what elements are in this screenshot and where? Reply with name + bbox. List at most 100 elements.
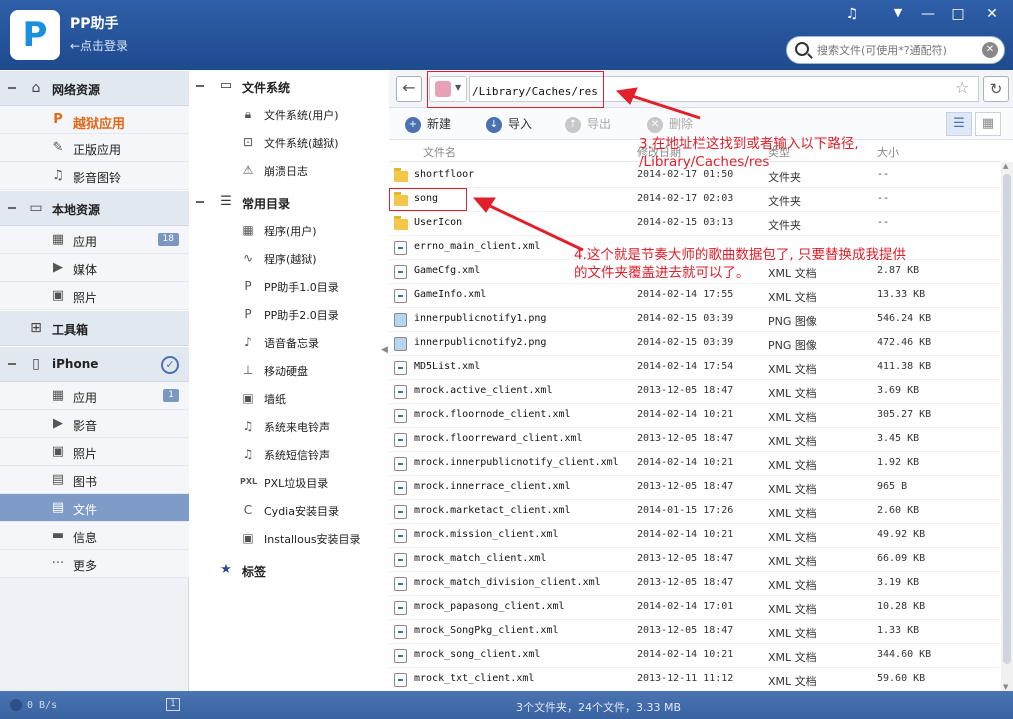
- file-row[interactable]: mrock.innerrace_client.xml 2013-12-05 18:…: [389, 476, 1001, 500]
- tree-section-bookmarks[interactable]: ★ 标签: [190, 558, 386, 582]
- tree-item-ringtones[interactable]: ♫ 系统来电铃声: [190, 414, 386, 438]
- pp-assistant-window: P PP助手 ←点击登录 ♫ ▼ — □ ✕ ✕ ⌂ 网络资源 P 越狱应用 ✎…: [0, 0, 1013, 719]
- sidebar-item-iphone-books[interactable]: ▤ 图书: [0, 466, 189, 494]
- task-count-button[interactable]: 1: [166, 698, 180, 711]
- scroll-up-icon[interactable]: ▲: [1003, 162, 1008, 170]
- file-type: XML 文档: [768, 435, 817, 448]
- tree-item-fs-jailbreak[interactable]: ⊡ 文件系统(越狱): [190, 130, 386, 154]
- close-icon[interactable]: ✕: [981, 6, 1003, 22]
- sidebar-item-iphone-files[interactable]: ▤ 文件: [0, 494, 189, 522]
- tree-item-installous[interactable]: ▣ Installous安装目录: [190, 526, 386, 550]
- search-input[interactable]: [817, 41, 977, 59]
- sidebar-section-toolbox[interactable]: ⊞ 工具箱: [0, 310, 189, 346]
- file-row[interactable]: UserIcon 2014-02-15 03:13 文件夹 --: [389, 212, 1001, 236]
- tree-item-mobile-disk[interactable]: ⊥ 移动硬盘: [190, 358, 386, 382]
- collapse-icon[interactable]: [8, 207, 16, 209]
- tree-item-wallpaper[interactable]: ▣ 墙纸: [190, 386, 386, 410]
- login-link[interactable]: ←点击登录: [70, 37, 128, 54]
- monitor-icon: ▭: [29, 200, 43, 216]
- sidebar-section-network[interactable]: ⌂ 网络资源: [0, 70, 189, 106]
- file-row[interactable]: mrock.floornode_client.xml 2014-02-14 10:…: [389, 404, 1001, 428]
- collapse-icon[interactable]: [8, 363, 16, 365]
- tree-item-voice-memos[interactable]: ♪ 语音备忘录: [190, 330, 386, 354]
- tree-item-apps-user[interactable]: ▦ 程序(用户): [190, 218, 386, 242]
- collapse-icon[interactable]: [196, 85, 204, 87]
- menu-icon[interactable]: ▼: [887, 6, 909, 19]
- search-box[interactable]: ✕: [786, 36, 1005, 64]
- sidebar-item-iphone-photos[interactable]: ▣ 照片: [0, 438, 189, 466]
- sidebar-item-local-media[interactable]: ▶ 媒体: [0, 254, 189, 282]
- tree-item-apps-jailbreak[interactable]: ∿ 程序(越狱): [190, 246, 386, 270]
- file-row[interactable]: mrock_SongPkg_client.xml 2013-12-05 18:47…: [389, 620, 1001, 644]
- sidebar-item-jailbreak-apps[interactable]: P 越狱应用: [0, 106, 189, 134]
- sidebar: ⌂ 网络资源 P 越狱应用 ✎ 正版应用 ♫ 影音图铃 ▭ 本地资源 ▦ 应用 …: [0, 70, 189, 691]
- collapse-icon[interactable]: [8, 87, 16, 89]
- back-button[interactable]: ←: [396, 76, 422, 102]
- file-size: 1.33 KB: [877, 625, 920, 636]
- tree-item-pxl-trash[interactable]: PXL PXL垃圾目录: [190, 470, 386, 494]
- file-row[interactable]: mrock.marketact_client.xml 2014-01-15 17:…: [389, 500, 1001, 524]
- file-row[interactable]: mrock_match_client.xml 2013-12-05 18:47 XM…: [389, 548, 1001, 572]
- file-row[interactable]: mrock.innerpublicnotify_client.xml 2014-0…: [389, 452, 1001, 476]
- minimize-icon[interactable]: —: [917, 6, 939, 22]
- tree-item-sms-tones[interactable]: ♫ 系统短信铃声: [190, 442, 386, 466]
- import-button[interactable]: ↓ 导入: [486, 115, 532, 133]
- clear-search-icon[interactable]: ✕: [982, 42, 998, 58]
- sidebar-section-iphone[interactable]: ▯ iPhone ✓: [0, 346, 189, 382]
- file-name: UserIcon: [414, 217, 463, 228]
- file-row[interactable]: mrock_txt_client.xml 2013-12-11 11:12 XML …: [389, 668, 1001, 691]
- file-row[interactable]: MD5List.xml 2014-02-14 17:54 XML 文档 411.38 …: [389, 356, 1001, 380]
- column-size[interactable]: 大小: [877, 144, 899, 160]
- tree-item-label: 系统来电铃声: [264, 421, 330, 434]
- tree-item-cydia[interactable]: C Cydia安装目录: [190, 498, 386, 522]
- sidebar-item-media-ringtones[interactable]: ♫ 影音图铃: [0, 162, 189, 190]
- pane-splitter-icon[interactable]: ◀: [381, 345, 388, 355]
- collapse-icon[interactable]: [196, 201, 204, 203]
- music-icon[interactable]: ♫: [841, 6, 863, 22]
- tree-item-crash-logs[interactable]: ⚠ 崩溃日志: [190, 158, 386, 182]
- sidebar-item-iphone-media[interactable]: ▶ 影音: [0, 410, 189, 438]
- device-name: iPhone: [52, 357, 99, 371]
- grid-view-button[interactable]: ▦: [975, 112, 1001, 136]
- file-row[interactable]: innerpublicnotify1.png 2014-02-15 03:39 PN…: [389, 308, 1001, 332]
- column-name[interactable]: 文件名: [423, 144, 456, 160]
- file-row[interactable]: song 2014-02-17 02:03 文件夹 --: [389, 188, 1001, 212]
- monitor-icon: ▭: [219, 78, 233, 93]
- sidebar-item-label: 影音: [73, 419, 98, 433]
- sidebar-item-genuine-apps[interactable]: ✎ 正版应用: [0, 134, 189, 162]
- file-row[interactable]: mrock.floorreward_client.xml 2013-12-05 1…: [389, 428, 1001, 452]
- file-row[interactable]: GameInfo.xml 2014-02-14 17:55 XML 文档 13.33 …: [389, 284, 1001, 308]
- scroll-down-icon[interactable]: ▼: [1003, 683, 1008, 691]
- file-row[interactable]: mrock_song_client.xml 2014-02-14 10:21 XML…: [389, 644, 1001, 668]
- file-row[interactable]: mrock_match_division_client.xml 2013-12-0…: [389, 572, 1001, 596]
- export-button[interactable]: ↑ 导出: [565, 115, 611, 133]
- scrollbar[interactable]: ▲ ▼: [1001, 162, 1013, 691]
- file-row[interactable]: innerpublicnotify2.png 2014-02-15 03:39 PN…: [389, 332, 1001, 356]
- xml-file-icon: [394, 625, 407, 639]
- file-row[interactable]: mrock.active_client.xml 2013-12-05 18:47 X…: [389, 380, 1001, 404]
- sidebar-item-iphone-more[interactable]: ··· 更多: [0, 550, 189, 578]
- new-button[interactable]: + 新建: [405, 115, 451, 133]
- xml-file-icon: [394, 553, 407, 567]
- sidebar-item-local-photos[interactable]: ▣ 照片: [0, 282, 189, 310]
- file-row[interactable]: mrock_papasong_client.xml 2014-02-14 17:0…: [389, 596, 1001, 620]
- sidebar-item-local-apps[interactable]: ▦ 应用 18: [0, 226, 189, 254]
- sidebar-item-iphone-apps[interactable]: ▦ 应用 1: [0, 382, 189, 410]
- tree-item-pp2[interactable]: P PP助手2.0目录: [190, 302, 386, 326]
- tree-section-common[interactable]: ☰ 常用目录: [190, 190, 386, 214]
- maximize-icon[interactable]: □: [947, 6, 969, 22]
- sidebar-section-local[interactable]: ▭ 本地资源: [0, 190, 189, 226]
- tree-item-fs-user[interactable]: 🔒︎ 文件系统(用户): [190, 102, 386, 126]
- unlock-icon: ⊡: [242, 135, 254, 149]
- bookmark-star-icon[interactable]: ☆: [955, 78, 969, 97]
- file-date: 2013-12-05 18:47: [637, 577, 734, 588]
- delete-button[interactable]: ✕ 删除: [647, 115, 693, 133]
- tree-item-pp1[interactable]: P PP助手1.0目录: [190, 274, 386, 298]
- file-size: 411.38 KB: [877, 361, 932, 372]
- file-row[interactable]: mrock.mission_client.xml 2014-02-14 10:21…: [389, 524, 1001, 548]
- list-view-button[interactable]: ☰: [946, 112, 972, 136]
- scrollbar-thumb[interactable]: [1003, 174, 1011, 664]
- refresh-button[interactable]: ↻: [983, 76, 1009, 102]
- sidebar-item-iphone-messages[interactable]: ▬ 信息: [0, 522, 189, 550]
- tree-section-filesystem[interactable]: ▭ 文件系统: [190, 74, 386, 98]
